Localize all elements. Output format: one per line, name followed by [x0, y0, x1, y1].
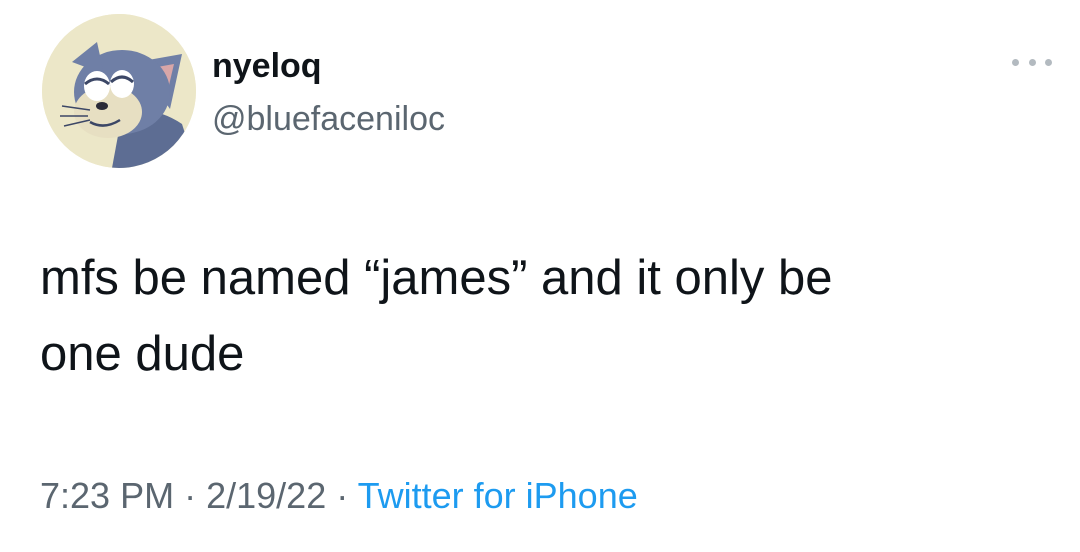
more-dot	[1012, 58, 1019, 66]
tweet-date[interactable]: 2/19/22	[206, 475, 326, 516]
more-dot	[1045, 58, 1052, 66]
meta-separator: ·	[184, 475, 197, 516]
tweet-source-link[interactable]: Twitter for iPhone	[358, 475, 638, 516]
more-options-icon[interactable]	[1012, 54, 1052, 70]
tweet-card: nyeloq @bluefaceniloc mfs be named “jame…	[0, 0, 1080, 552]
user-handle[interactable]: @bluefaceniloc	[212, 99, 445, 139]
tweet-meta: 7:23 PM · 2/19/22 · Twitter for iPhone	[40, 473, 638, 519]
meta-separator: ·	[336, 475, 349, 516]
cartoon-cat-icon	[42, 14, 196, 168]
more-dot	[1028, 58, 1036, 66]
avatar[interactable]	[42, 14, 196, 168]
display-name[interactable]: nyeloq	[212, 46, 322, 86]
tweet-text: mfs be named “james” and it only be one …	[40, 251, 833, 381]
tweet-time[interactable]: 7:23 PM	[40, 475, 174, 516]
